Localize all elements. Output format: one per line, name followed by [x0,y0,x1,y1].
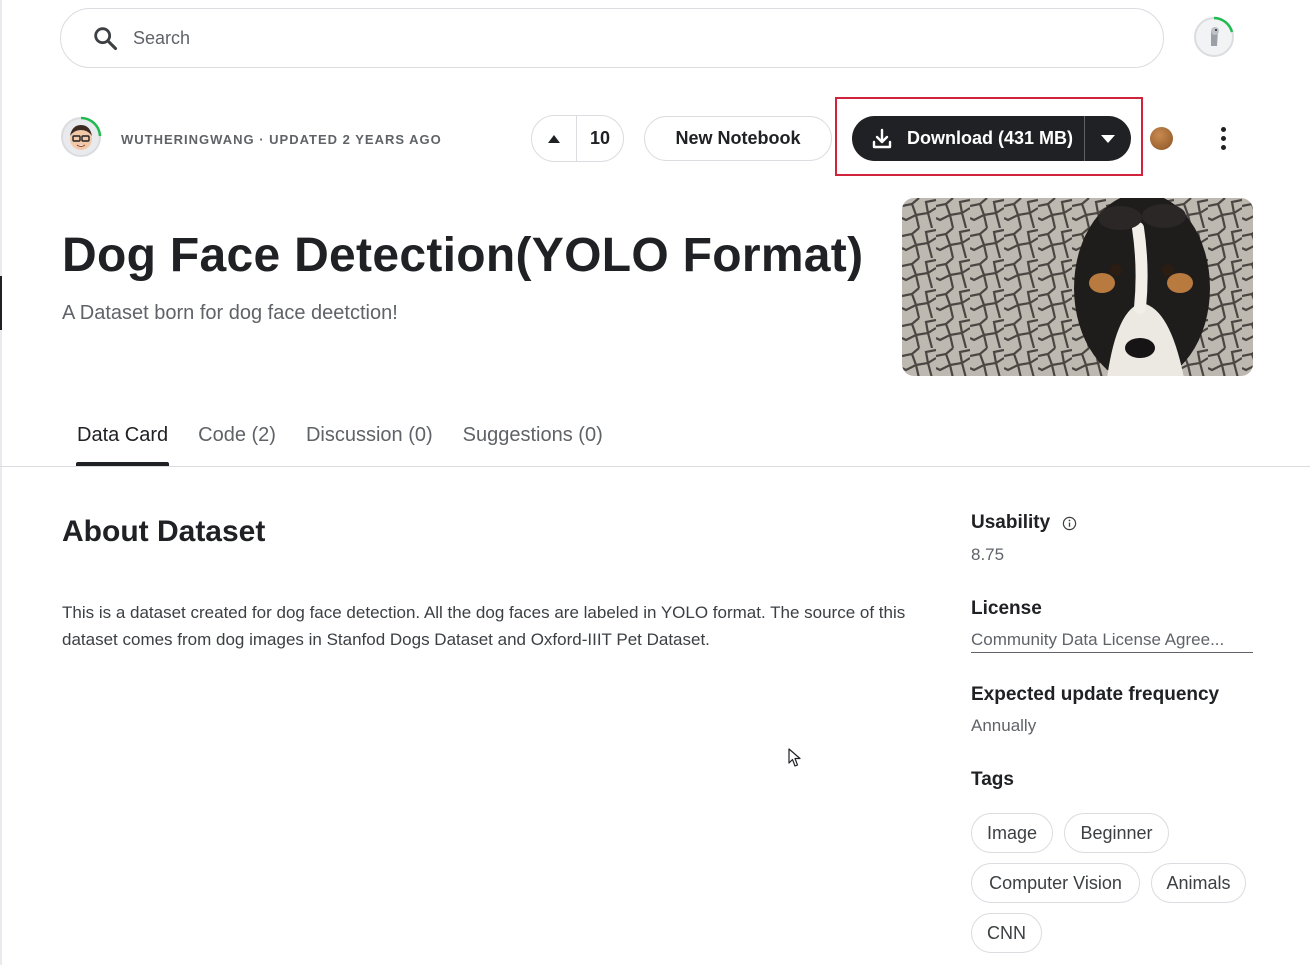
upvote-widget: 10 [531,115,624,162]
download-icon [872,128,892,148]
search-input[interactable]: Search [133,28,190,49]
license-link[interactable]: Community Data License Agree... [971,630,1253,653]
download-options-button[interactable] [1085,116,1131,161]
more-options-icon[interactable] [1207,122,1239,154]
download-button-group: Download (431 MB) [852,116,1131,161]
dataset-subtitle: A Dataset born for dog face deetction! [62,302,398,324]
usability-score: 8.75 [971,545,1005,564]
download-label: Download (431 MB) [907,128,1074,148]
tag-chip[interactable]: CNN [971,913,1042,953]
about-heading: About Dataset [62,515,266,548]
tag-chip[interactable]: Animals [1151,863,1246,903]
page-left-border [0,0,2,965]
tab-suggestions[interactable]: Suggestions (0) [448,420,618,466]
vote-count: 10 [589,128,611,148]
dataset-cover-image [902,198,1253,376]
caret-up-icon [548,134,560,143]
update-frequency-heading: Expected update frequency [971,684,1220,705]
tab-code[interactable]: Code (2) [183,420,291,466]
dataset-tabs: Data Card Code (2) Discussion (0) Sugges… [62,420,618,466]
tag-chip[interactable]: Computer Vision [971,863,1140,903]
usability-heading: Usability [971,512,1077,534]
caret-down-icon [1101,134,1115,143]
license-heading: License [971,598,1042,619]
tabs-divider [0,466,1310,467]
tag-chip[interactable]: Image [971,813,1053,853]
info-icon[interactable] [1062,516,1077,531]
upvote-button[interactable] [532,116,577,161]
search-icon [94,27,118,51]
download-button[interactable]: Download (431 MB) [852,116,1085,161]
update-frequency-value: Annually [971,716,1037,735]
owner-update-line: WUTHERINGWANG · UPDATED 2 YEARS AGO [121,132,442,147]
search-bar[interactable]: Search [60,8,1164,68]
tags-heading: Tags [971,769,1014,790]
tab-data-card[interactable]: Data Card [62,420,183,466]
about-description: This is a dataset created for dog face d… [62,603,906,649]
scroll-indicator [0,276,2,330]
user-avatar[interactable] [1193,16,1235,58]
mouse-cursor-icon [788,748,801,767]
new-notebook-button[interactable]: New Notebook [644,116,832,161]
tag-chip[interactable]: Beginner [1064,813,1169,853]
dataset-title: Dog Face Detection(YOLO Format) [62,229,864,282]
tab-discussion[interactable]: Discussion (0) [291,420,448,466]
owner-avatar[interactable] [60,116,102,158]
bronze-medal-icon[interactable] [1150,127,1173,150]
usability-label: Usability [971,512,1051,533]
